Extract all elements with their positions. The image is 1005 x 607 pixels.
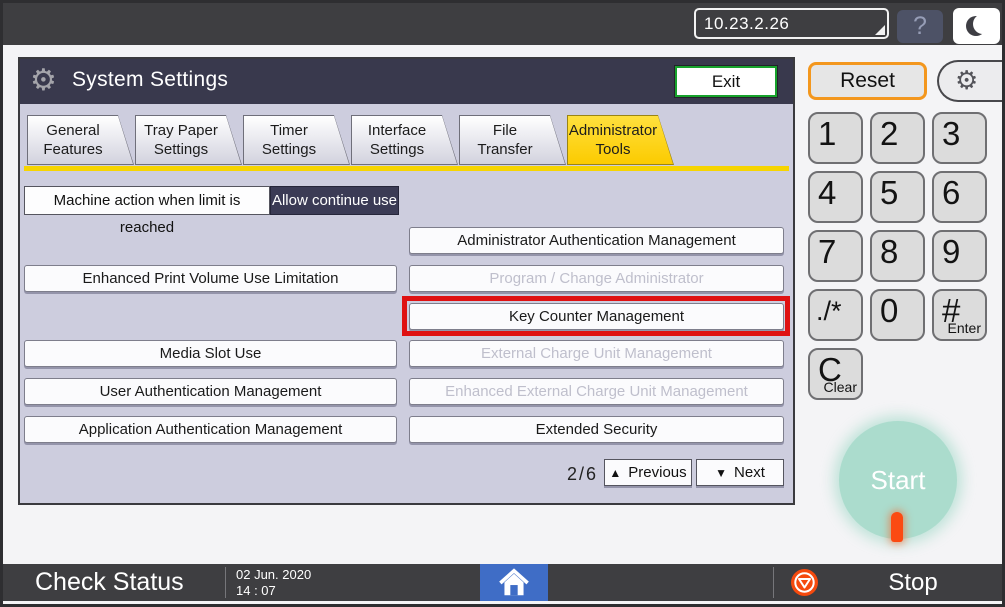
system-settings-panel: ⚙ System Settings Exit General Features … — [18, 57, 795, 505]
up-triangle-icon: ▲ — [609, 466, 621, 480]
limit-action-value[interactable]: Allow continue use — [270, 186, 399, 215]
external-charge-unit-management-button: External Charge Unit Management — [409, 340, 784, 367]
keypad-8[interactable]: 8 — [870, 230, 925, 282]
previous-label: Previous — [628, 464, 686, 481]
home-button[interactable] — [480, 564, 548, 601]
help-button[interactable]: ? — [897, 10, 943, 43]
keypad-3[interactable]: 3 — [932, 112, 987, 164]
administrator-authentication-management-button[interactable]: Administrator Authentication Management — [409, 227, 784, 254]
input-corner-handle-icon — [875, 25, 885, 35]
panel-header: ⚙ System Settings Exit — [20, 59, 793, 104]
program-change-administrator-button: Program / Change Administrator — [409, 265, 784, 292]
tab-administrator-tools[interactable]: Administrator Tools — [567, 115, 674, 165]
enhanced-external-charge-unit-management-button: Enhanced External Charge Unit Management — [409, 378, 784, 405]
keypad-9[interactable]: 9 — [932, 230, 987, 282]
keypad-2[interactable]: 2 — [870, 112, 925, 164]
exit-button[interactable]: Exit — [675, 66, 777, 97]
ip-address-field[interactable]: 10.23.2.26 — [694, 8, 889, 39]
tab-tray-paper-settings[interactable]: Tray Paper Settings — [135, 115, 242, 165]
stop-icon[interactable] — [791, 569, 818, 596]
key-counter-highlight-box — [402, 296, 790, 336]
crescent-moon-icon — [966, 16, 986, 36]
page-indicator: 2/6 — [540, 461, 598, 488]
tab-file-transfer[interactable]: File Transfer — [459, 115, 566, 165]
limit-action-label: Machine action when limit is reached — [24, 186, 270, 215]
down-triangle-icon: ▼ — [715, 466, 727, 480]
check-status-button[interactable]: Check Status — [35, 564, 184, 601]
keypad-6[interactable]: 6 — [932, 171, 987, 223]
keypad-7[interactable]: 7 — [808, 230, 863, 282]
home-icon — [497, 568, 531, 598]
device-screen: 10.23.2.26 ? ⚙ System Settings Exit Gene… — [0, 0, 1005, 607]
settings-pill-button[interactable]: ⚙ — [937, 60, 1002, 102]
divider — [225, 567, 226, 598]
reset-button[interactable]: Reset — [808, 62, 927, 100]
next-page-button[interactable]: ▼ Next — [696, 459, 784, 486]
previous-page-button[interactable]: ▲ Previous — [604, 459, 692, 486]
energy-saver-button[interactable] — [953, 8, 1000, 44]
next-label: Next — [734, 464, 765, 481]
media-slot-use-button[interactable]: Media Slot Use — [24, 340, 397, 367]
start-indicator-light — [891, 512, 903, 542]
tab-interface-settings[interactable]: Interface Settings — [351, 115, 458, 165]
keypad-slash-asterisk[interactable]: ./* — [808, 289, 863, 341]
keypad-0[interactable]: 0 — [870, 289, 925, 341]
active-tab-underline — [24, 166, 789, 171]
page-title: System Settings — [72, 68, 228, 92]
user-authentication-management-button[interactable]: User Authentication Management — [24, 378, 397, 405]
extended-security-button[interactable]: Extended Security — [409, 416, 784, 443]
keypad-1[interactable]: 1 — [808, 112, 863, 164]
enhanced-print-volume-use-limitation-button[interactable]: Enhanced Print Volume Use Limitation — [24, 265, 397, 292]
application-authentication-management-button[interactable]: Application Authentication Management — [24, 416, 397, 443]
stop-button[interactable]: Stop — [858, 564, 968, 601]
keypad-5[interactable]: 5 — [870, 171, 925, 223]
ip-address-value: 10.23.2.26 — [704, 14, 789, 33]
time-text: 14 : 07 — [236, 583, 311, 599]
tab-timer-settings[interactable]: Timer Settings — [243, 115, 350, 165]
keypad-clear[interactable]: CClear — [808, 348, 863, 400]
tab-general-features[interactable]: General Features — [27, 115, 134, 165]
bottom-bar: Check Status 02 Jun. 2020 14 : 07 Stop — [3, 564, 1002, 601]
top-bar: 10.23.2.26 ? — [3, 3, 1002, 45]
date-time: 02 Jun. 2020 14 : 07 — [236, 567, 311, 599]
gear-icon: ⚙ — [955, 66, 978, 96]
keypad-4[interactable]: 4 — [808, 171, 863, 223]
date-text: 02 Jun. 2020 — [236, 567, 311, 583]
gear-icon: ⚙ — [30, 63, 57, 98]
keypad-enter[interactable]: #Enter — [932, 289, 987, 341]
divider — [773, 567, 774, 598]
